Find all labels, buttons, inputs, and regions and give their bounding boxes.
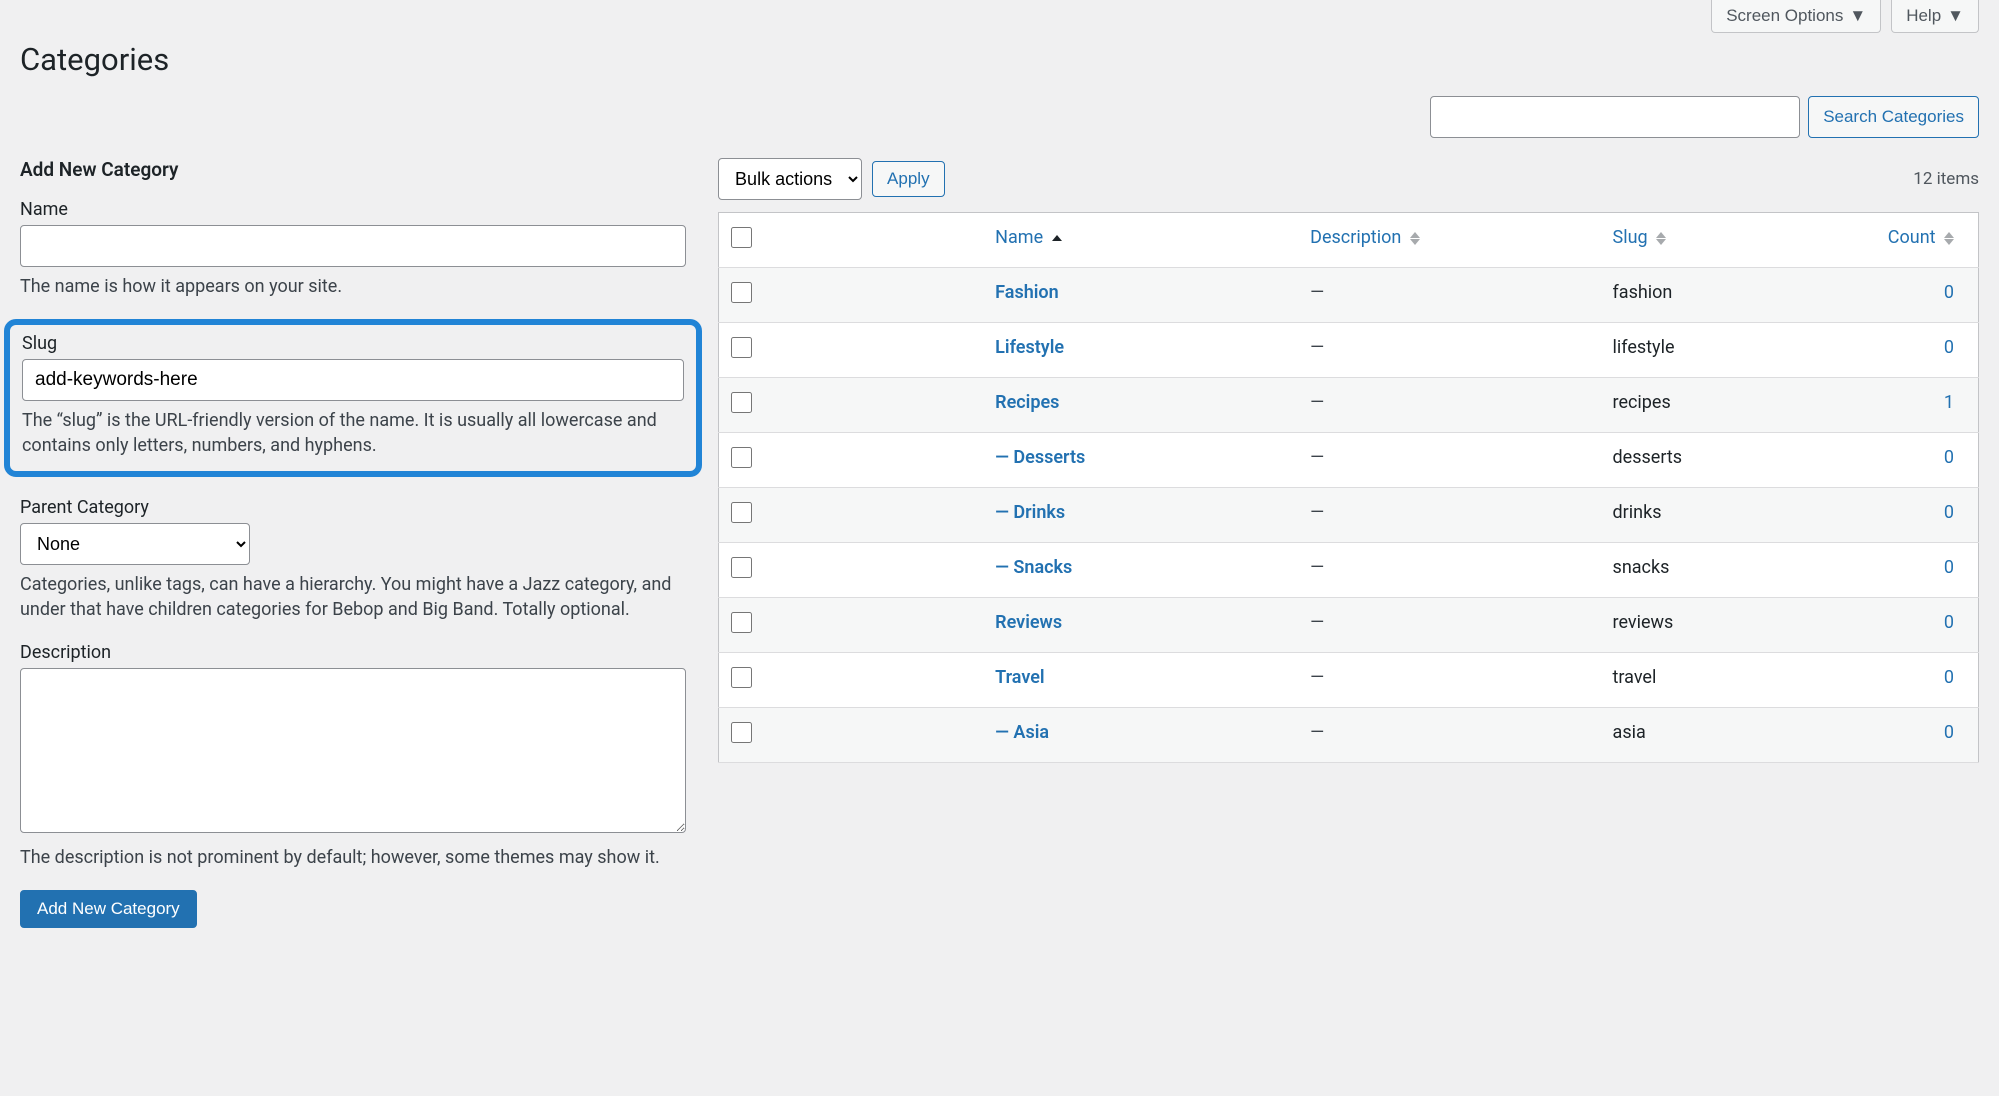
slug-input[interactable]: [22, 359, 684, 401]
row-checkbox[interactable]: [731, 502, 752, 523]
slug-help: The “slug” is the URL-friendly version o…: [22, 408, 684, 458]
table-row: Lifestyle — lifestyle 0: [719, 323, 1979, 378]
category-slug: snacks: [1613, 557, 1670, 578]
parent-category-help: Categories, unlike tags, can have a hier…: [20, 572, 686, 622]
parent-category-label: Parent Category: [20, 497, 686, 518]
category-description: —: [1310, 667, 1324, 688]
column-header-slug[interactable]: Slug: [1601, 213, 1853, 268]
row-checkbox[interactable]: [731, 282, 752, 303]
category-name-link[interactable]: — Asia: [995, 722, 1049, 743]
table-row: Reviews — reviews 0: [719, 598, 1979, 653]
category-name-link[interactable]: — Drinks: [995, 502, 1065, 523]
category-count-link[interactable]: 0: [1944, 557, 1954, 578]
column-header-name[interactable]: Name: [983, 213, 1298, 268]
help-label: Help: [1906, 6, 1941, 26]
category-description: —: [1310, 612, 1324, 633]
category-description: —: [1310, 392, 1324, 413]
sort-icon: [1944, 231, 1954, 246]
category-count-link[interactable]: 0: [1944, 612, 1954, 633]
row-checkbox[interactable]: [731, 667, 752, 688]
category-name-link[interactable]: Fashion: [995, 282, 1058, 303]
category-count-link[interactable]: 0: [1944, 282, 1954, 303]
table-row: — Asia — asia 0: [719, 708, 1979, 763]
category-name-link[interactable]: Recipes: [995, 392, 1059, 413]
select-all-checkbox[interactable]: [731, 227, 752, 248]
category-count-link[interactable]: 0: [1944, 502, 1954, 523]
column-header-count[interactable]: Count: [1853, 213, 1979, 268]
add-category-submit-button[interactable]: Add New Category: [20, 890, 197, 928]
slug-label: Slug: [22, 333, 684, 354]
description-textarea[interactable]: [20, 668, 686, 833]
table-row: — Snacks — snacks 0: [719, 543, 1979, 598]
help-button[interactable]: Help ▼: [1891, 0, 1979, 33]
name-input[interactable]: [20, 225, 686, 267]
category-count-link[interactable]: 0: [1944, 447, 1954, 468]
category-description: —: [1310, 337, 1324, 358]
category-description: —: [1310, 282, 1324, 303]
category-slug: desserts: [1613, 447, 1683, 468]
table-row: Recipes — recipes 1: [719, 378, 1979, 433]
screen-options-label: Screen Options: [1726, 6, 1843, 26]
parent-category-select[interactable]: None: [20, 523, 250, 565]
row-checkbox[interactable]: [731, 447, 752, 468]
row-checkbox[interactable]: [731, 337, 752, 358]
category-description: —: [1310, 722, 1324, 743]
apply-bulk-button[interactable]: Apply: [872, 161, 945, 197]
row-checkbox[interactable]: [731, 557, 752, 578]
column-header-description[interactable]: Description: [1298, 213, 1600, 268]
table-row: Fashion — fashion 0: [719, 268, 1979, 323]
screen-options-button[interactable]: Screen Options ▼: [1711, 0, 1881, 33]
search-categories-button[interactable]: Search Categories: [1808, 96, 1979, 138]
category-slug: asia: [1613, 722, 1646, 743]
category-count-link[interactable]: 1: [1944, 392, 1954, 413]
category-slug: reviews: [1613, 612, 1674, 633]
sort-icon: [1410, 231, 1420, 246]
category-slug: drinks: [1613, 502, 1662, 523]
name-help: The name is how it appears on your site.: [20, 274, 686, 299]
search-categories-input[interactable]: [1430, 96, 1800, 138]
slug-highlight-box: Slug The “slug” is the URL-friendly vers…: [4, 319, 702, 476]
sort-icon: [1656, 231, 1666, 246]
description-label: Description: [20, 642, 686, 663]
category-count-link[interactable]: 0: [1944, 337, 1954, 358]
row-checkbox[interactable]: [731, 612, 752, 633]
add-category-heading: Add New Category: [20, 158, 686, 181]
category-description: —: [1310, 502, 1324, 523]
category-name-link[interactable]: — Snacks: [995, 557, 1072, 578]
category-description: —: [1310, 447, 1324, 468]
table-row: Travel — travel 0: [719, 653, 1979, 708]
category-count-link[interactable]: 0: [1944, 722, 1954, 743]
category-name-link[interactable]: Lifestyle: [995, 337, 1064, 358]
category-slug: travel: [1613, 667, 1657, 688]
category-description: —: [1310, 557, 1324, 578]
table-row: — Desserts — desserts 0: [719, 433, 1979, 488]
items-count: 12 items: [1913, 169, 1979, 189]
category-slug: lifestyle: [1613, 337, 1675, 358]
row-checkbox[interactable]: [731, 392, 752, 413]
chevron-down-icon: ▼: [1947, 6, 1964, 26]
categories-table: Name Description Slug Count: [718, 212, 1979, 763]
table-row: — Drinks — drinks 0: [719, 488, 1979, 543]
sort-icon: [1052, 234, 1062, 242]
category-name-link[interactable]: — Desserts: [995, 447, 1085, 468]
page-title: Categories: [20, 41, 1979, 78]
category-name-link[interactable]: Travel: [995, 667, 1044, 688]
name-label: Name: [20, 199, 686, 220]
category-slug: recipes: [1613, 392, 1671, 413]
category-name-link[interactable]: Reviews: [995, 612, 1062, 633]
row-checkbox[interactable]: [731, 722, 752, 743]
chevron-down-icon: ▼: [1849, 6, 1866, 26]
category-slug: fashion: [1613, 282, 1673, 303]
description-help: The description is not prominent by defa…: [20, 845, 686, 870]
category-count-link[interactable]: 0: [1944, 667, 1954, 688]
bulk-actions-select[interactable]: Bulk actions: [718, 158, 862, 200]
